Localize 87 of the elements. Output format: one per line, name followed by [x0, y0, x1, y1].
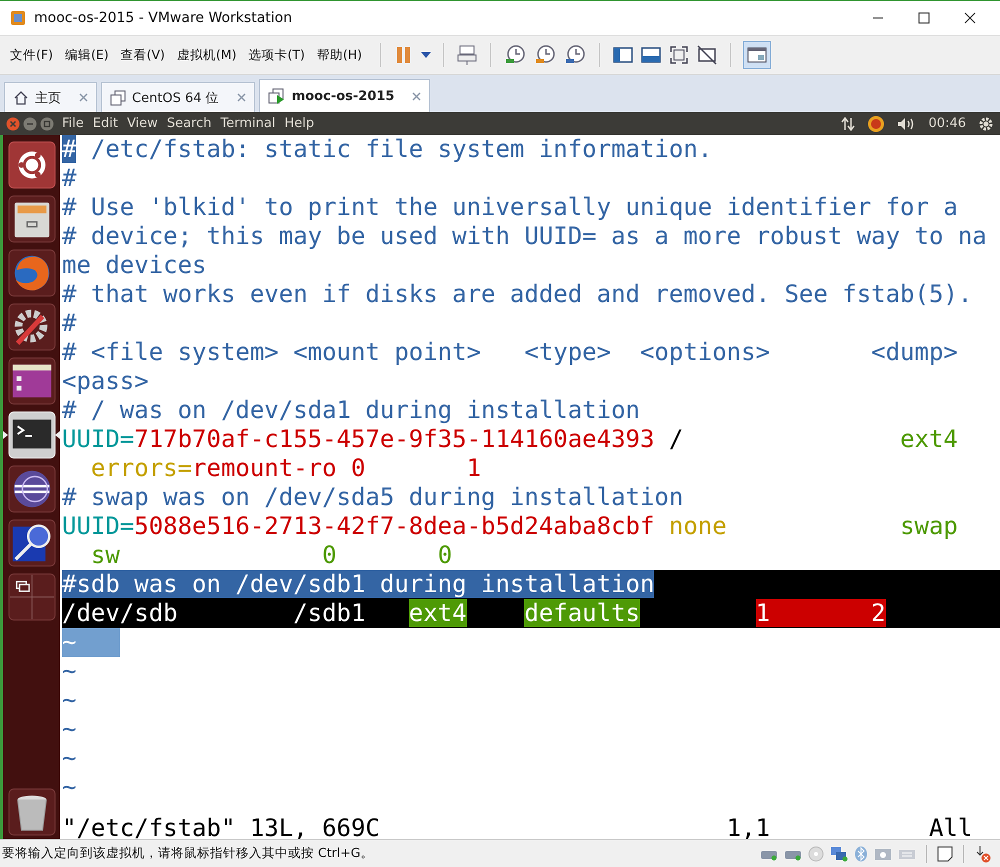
terminal-text: /etc/fstab: static file system information.	[90, 135, 712, 163]
terminal-text: 0	[350, 454, 366, 482]
menu-item[interactable]: 查看(V)	[120, 46, 165, 64]
unity-off-icon[interactable]	[696, 44, 718, 66]
terminal-text: none	[668, 512, 727, 540]
terminal-text: 5088e516-2713-42f7-8dea-b5d24aba8cbf	[134, 512, 654, 540]
terminal-text: ~	[62, 715, 76, 743]
terminal-text: #	[62, 164, 76, 192]
menu-item[interactable]: Edit	[92, 116, 118, 131]
terminal-text: 0	[321, 541, 337, 569]
terminal-text: # / was on /dev/sda1 during installation	[62, 396, 640, 424]
tab[interactable]: 主页	[4, 82, 97, 112]
terminal-text: ~	[62, 773, 76, 801]
terminal-text: 0	[436, 541, 452, 569]
menu-item[interactable]: 虚拟机(M)	[176, 46, 236, 64]
app-window-icon[interactable]	[8, 357, 56, 405]
terminal-text: sw	[90, 541, 120, 569]
menu-item[interactable]: View	[126, 116, 158, 131]
trash-icon[interactable]	[8, 788, 56, 836]
fox-globe-icon[interactable]	[8, 249, 56, 297]
vm-icon	[110, 90, 126, 106]
terminal-text: 717b70af-c155-457e-9f35-114160ae4393	[134, 425, 654, 453]
menu-item[interactable]: Search	[166, 116, 212, 131]
terminal-text: me devices	[62, 251, 206, 279]
terminal-text: # that works even if disks are added and removed. See fstab(5).	[62, 280, 972, 308]
magnifier-icon[interactable]	[8, 519, 56, 567]
terminal-text: UUID=	[62, 425, 134, 453]
terminal-text: ext4	[899, 425, 958, 453]
terminal-text: ext4	[408, 599, 467, 627]
menu-item[interactable]: 文件(F)	[10, 46, 53, 64]
thumbnail-view-button[interactable]	[743, 41, 772, 69]
note-icon[interactable]	[937, 846, 953, 862]
fullscreen-icon[interactable]	[668, 44, 690, 66]
menu-item[interactable]: 选项卡(T)	[248, 46, 305, 64]
menu-item[interactable]: Terminal	[220, 116, 276, 131]
terminal-text: # swap was on /dev/sda5 during installation	[62, 483, 684, 511]
terminal-text: #sdb was on /dev/sdb1 during installation	[62, 570, 654, 598]
input-method-icon[interactable]	[866, 114, 885, 132]
arrow-stop-icon[interactable]	[974, 844, 992, 862]
terminal-text: ~	[62, 744, 76, 772]
status-message: 要将输入定向到该虚拟机，请将鼠标指针移入其中或按 Ctrl+G。	[2, 845, 374, 862]
terminal-text: /	[668, 425, 684, 453]
terminal-text: remount-ro	[192, 454, 337, 482]
terminal-text: # <file system> <mount point> <type> <options> <dump>	[62, 338, 958, 366]
ubuntu-logo-icon[interactable]	[8, 141, 56, 189]
file-cabinet-icon[interactable]	[8, 195, 56, 243]
menu-item[interactable]: 编辑(E)	[64, 46, 109, 64]
tab[interactable]: mooc-os-2015	[258, 79, 430, 112]
menu-item[interactable]: File	[62, 116, 84, 131]
terminal-text: #	[62, 309, 76, 337]
vm-running-icon	[268, 88, 286, 104]
network-arrows-icon[interactable]	[840, 116, 855, 130]
window-title: mooc-os-2015 - VMware Workstation	[34, 10, 292, 26]
menu-item[interactable]: 帮助(H)	[316, 46, 362, 64]
terminal-text: ~	[62, 657, 76, 685]
window-icon	[747, 46, 768, 64]
terminal-text: errors=	[90, 454, 192, 482]
clock-text[interactable]: 00:46	[928, 116, 966, 131]
vmware-logo-icon	[10, 10, 26, 26]
gear-wrench-icon[interactable]	[8, 303, 56, 351]
menu-item[interactable]: Help	[284, 116, 314, 131]
caret-icon[interactable]	[421, 52, 432, 58]
scroll-position-text: All	[928, 814, 972, 843]
close-icon[interactable]	[964, 12, 976, 24]
home-icon	[13, 90, 29, 106]
terminal-text: <pass>	[62, 367, 149, 395]
terminal-text: 1	[466, 454, 482, 482]
terminal-text: defaults	[524, 599, 640, 627]
terminal-text: /sdb1	[292, 599, 366, 627]
settings-icon[interactable]	[978, 116, 994, 132]
tab[interactable]: CentOS 64 位	[101, 82, 255, 112]
terminal-text: /dev/sdb	[62, 599, 178, 627]
workspace-switcher-icon[interactable]	[8, 573, 56, 621]
cursor-position-text: 1,1	[726, 814, 770, 842]
terminal-text: ~	[62, 628, 120, 657]
terminal-icon[interactable]	[8, 411, 56, 459]
terminal-text: UUID=	[62, 512, 134, 540]
terminal-text: # Use 'blkid' to print the universally unique identifier for a	[62, 193, 958, 221]
file-info-text: "/etc/fstab" 13L, 669C	[62, 814, 380, 842]
terminal-text: 1 2	[756, 599, 886, 627]
terminal-text: # device; this may be used with UUID= as a more robust way to na	[62, 222, 987, 250]
keyboard-icon[interactable]	[456, 44, 478, 66]
terminal-text: swap	[899, 512, 958, 540]
network-icon[interactable]	[830, 846, 848, 862]
terminal-text: ~	[62, 686, 76, 714]
terminal-text: #	[62, 135, 76, 163]
maximize-icon[interactable]	[918, 12, 930, 24]
